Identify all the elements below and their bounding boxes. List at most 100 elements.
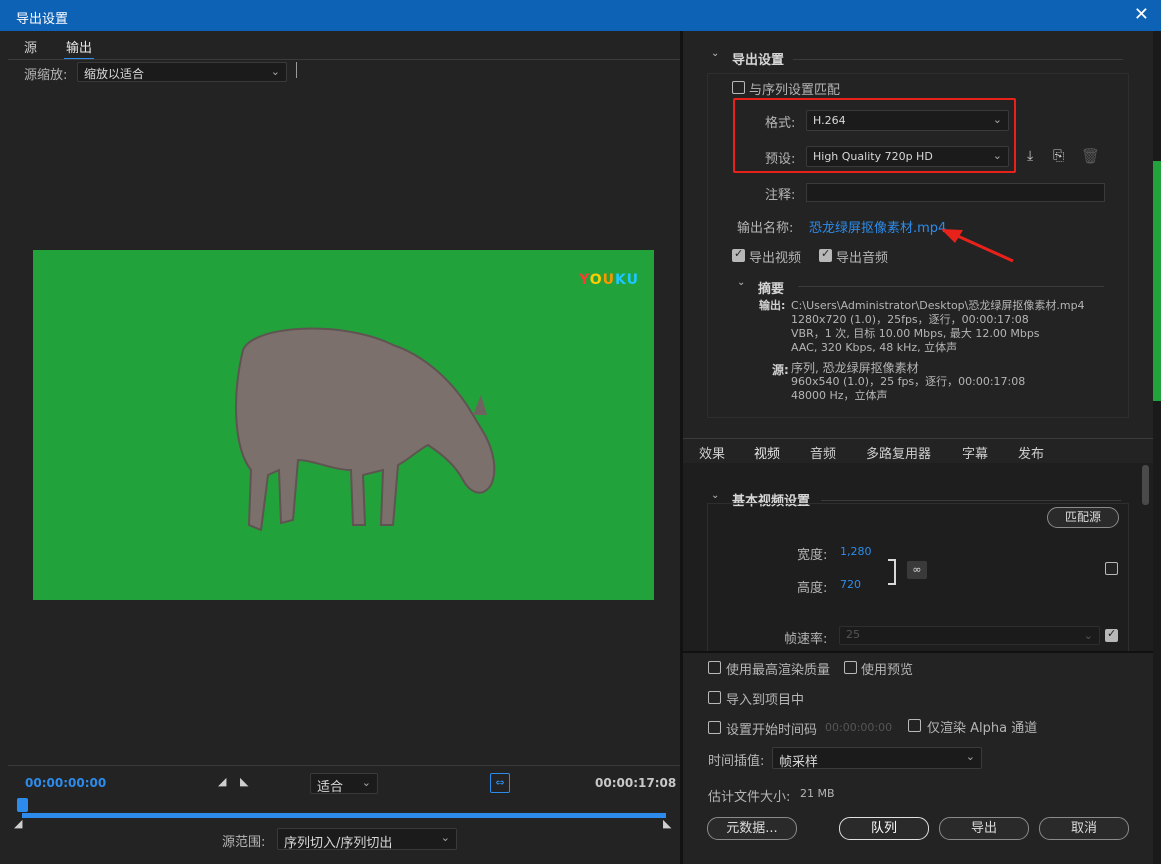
summary-line: 48000 Hz，立体声 [791, 389, 888, 402]
fit-value: 适合 [317, 780, 344, 795]
close-icon[interactable]: ✕ [1134, 4, 1149, 25]
chevron-down-icon: ⌄ [992, 149, 1002, 162]
match-sequence-checkbox[interactable] [732, 81, 745, 94]
tab-captions[interactable]: 字幕 [962, 443, 988, 462]
collapse-icon[interactable]: ⌄ [737, 277, 745, 288]
queue-button[interactable]: 队列 [839, 817, 929, 840]
tab-multiplexer[interactable]: 多路复用器 [866, 443, 931, 462]
use-preview-checkbox[interactable] [844, 661, 857, 674]
export-video-label: 导出视频 [749, 251, 802, 266]
scrollbar[interactable] [1142, 465, 1149, 505]
alpha-only-checkbox[interactable] [908, 719, 921, 732]
summary-output-details: C:\Users\Administrator\Desktop\恐龙绿屏抠像素材.… [791, 299, 1085, 355]
file-size-value: 21 MB [800, 787, 835, 800]
summary-line: 960x540 (1.0)，25 fps，逐行，00:00:17:08 [791, 375, 1026, 388]
summary-line: 1280x720 (1.0)，25fps，逐行，00:00:17:08 [791, 313, 1029, 326]
format-label: 格式: [765, 116, 796, 131]
timeline-bar[interactable] [22, 813, 666, 818]
output-name-link[interactable]: 恐龙绿屏抠像素材.mp4 [809, 217, 946, 236]
width-value[interactable]: 1,280 [840, 545, 872, 558]
red-arrow-annotation [941, 229, 1014, 263]
in-point-icon[interactable]: ◢ [14, 817, 22, 830]
source-range-value: 序列切入/序列切出 [284, 836, 393, 851]
tab-output[interactable]: 输出 [63, 37, 95, 60]
start-timecode-value[interactable]: 00:00:00:00 [825, 721, 892, 734]
match-sequence-label: 与序列设置匹配 [749, 83, 841, 98]
height-label: 高度: [797, 581, 828, 596]
title-bar: 导出设置 ✕ [0, 0, 1161, 31]
out-point-icon[interactable]: ◣ [663, 817, 671, 830]
summary-title: 摘要 [758, 282, 785, 297]
tab-publish[interactable]: 发布 [1018, 443, 1044, 462]
mark-in-icon[interactable]: ◢ [218, 775, 226, 788]
mark-out-icon[interactable]: ◣ [240, 775, 248, 788]
chain-link-icon[interactable]: ∞ [907, 561, 927, 579]
output-name-label: 输出名称: [737, 221, 794, 236]
tab-video[interactable]: 视频 [751, 443, 783, 466]
use-preview-label: 使用预览 [861, 663, 914, 678]
divider [683, 438, 1153, 439]
fit-select[interactable]: 适合 ⌄ [310, 773, 378, 795]
collapse-icon[interactable]: ⌄ [711, 48, 719, 59]
metadata-button[interactable]: 元数据... [707, 817, 797, 840]
divider [296, 62, 297, 78]
time-interpolation-select[interactable]: 帧采样 ⌄ [772, 747, 982, 770]
current-timecode[interactable]: 00:00:00:00 [25, 776, 106, 790]
divider [821, 500, 1121, 501]
format-select[interactable]: H.264 ⌄ [806, 110, 1009, 131]
export-audio-checkbox[interactable] [819, 247, 832, 262]
format-value: H.264 [813, 114, 846, 127]
playhead-handle[interactable] [17, 798, 28, 812]
source-scale-select[interactable]: 缩放以适合 ⌄ [77, 62, 287, 82]
save-preset-icon[interactable]: ⤓ [1027, 148, 1033, 164]
preset-select[interactable]: High Quality 720p HD ⌄ [806, 146, 1009, 167]
collapse-icon[interactable]: ⌄ [711, 490, 719, 501]
export-video-checkbox[interactable] [732, 247, 745, 262]
start-timecode-label: 设置开始时间码 [726, 723, 818, 738]
comment-label: 注释: [765, 188, 796, 203]
chevron-down-icon: ⌄ [992, 113, 1002, 126]
export-button[interactable]: 导出 [939, 817, 1029, 840]
llama-image [235, 327, 496, 532]
aspect-toggle-icon[interactable]: ⇔ [490, 773, 510, 793]
preset-value: High Quality 720p HD [813, 150, 933, 163]
chevron-down-icon: ⌄ [965, 750, 975, 763]
delete-preset-icon[interactable]: 🗑 [1081, 147, 1100, 165]
chevron-down-icon: ⌄ [270, 65, 280, 78]
start-timecode-checkbox[interactable] [708, 721, 721, 734]
divider [8, 59, 680, 60]
video-preview: YOUKU [33, 250, 654, 600]
window-title: 导出设置 [16, 12, 69, 27]
cancel-button[interactable]: 取消 [1039, 817, 1129, 840]
summary-line: 序列, 恐龙绿屏抠像素材 [791, 361, 919, 375]
comment-input[interactable] [806, 183, 1105, 202]
source-scale-value: 缩放以适合 [84, 67, 145, 81]
source-scale-label: 源缩放: [24, 68, 68, 83]
export-audio-label: 导出音频 [836, 251, 889, 266]
height-value[interactable]: 720 [840, 578, 861, 591]
summary-output-label: 输出: [759, 299, 786, 312]
background-preview-edge [1153, 161, 1161, 401]
tab-effects[interactable]: 效果 [699, 443, 725, 462]
summary-source-label: 源: [772, 363, 789, 377]
file-size-label: 估计文件大小: [708, 790, 791, 805]
divider [8, 765, 680, 766]
summary-line: AAC, 320 Kbps, 48 kHz, 立体声 [791, 341, 958, 354]
preset-label: 预设: [765, 152, 796, 167]
import-project-checkbox[interactable] [708, 691, 721, 704]
width-label: 宽度: [797, 548, 828, 563]
match-source-button[interactable]: 匹配源 [1047, 507, 1119, 528]
summary-line: VBR，1 次, 目标 10.00 Mbps, 最大 12.00 Mbps [791, 327, 1040, 340]
size-override-checkbox[interactable] [1105, 562, 1118, 575]
export-settings-panel: ⌄ 导出设置 与序列设置匹配 格式: H.264 ⌄ 预设: High Qual… [683, 31, 1153, 864]
source-range-select[interactable]: 序列切入/序列切出 ⌄ [277, 828, 457, 851]
youku-logo: YOUKU [579, 272, 639, 288]
end-timecode: 00:00:17:08 [595, 776, 677, 790]
tab-audio[interactable]: 音频 [810, 443, 836, 462]
import-preset-icon[interactable]: ⎘ [1053, 148, 1064, 164]
tab-source[interactable]: 源 [24, 37, 37, 56]
frame-rate-checkbox[interactable] [1105, 627, 1118, 642]
max-render-checkbox[interactable] [708, 661, 721, 674]
frame-rate-select[interactable]: 25 ⌄ [839, 626, 1100, 645]
time-interpolation-label: 时间插值: [708, 754, 765, 769]
